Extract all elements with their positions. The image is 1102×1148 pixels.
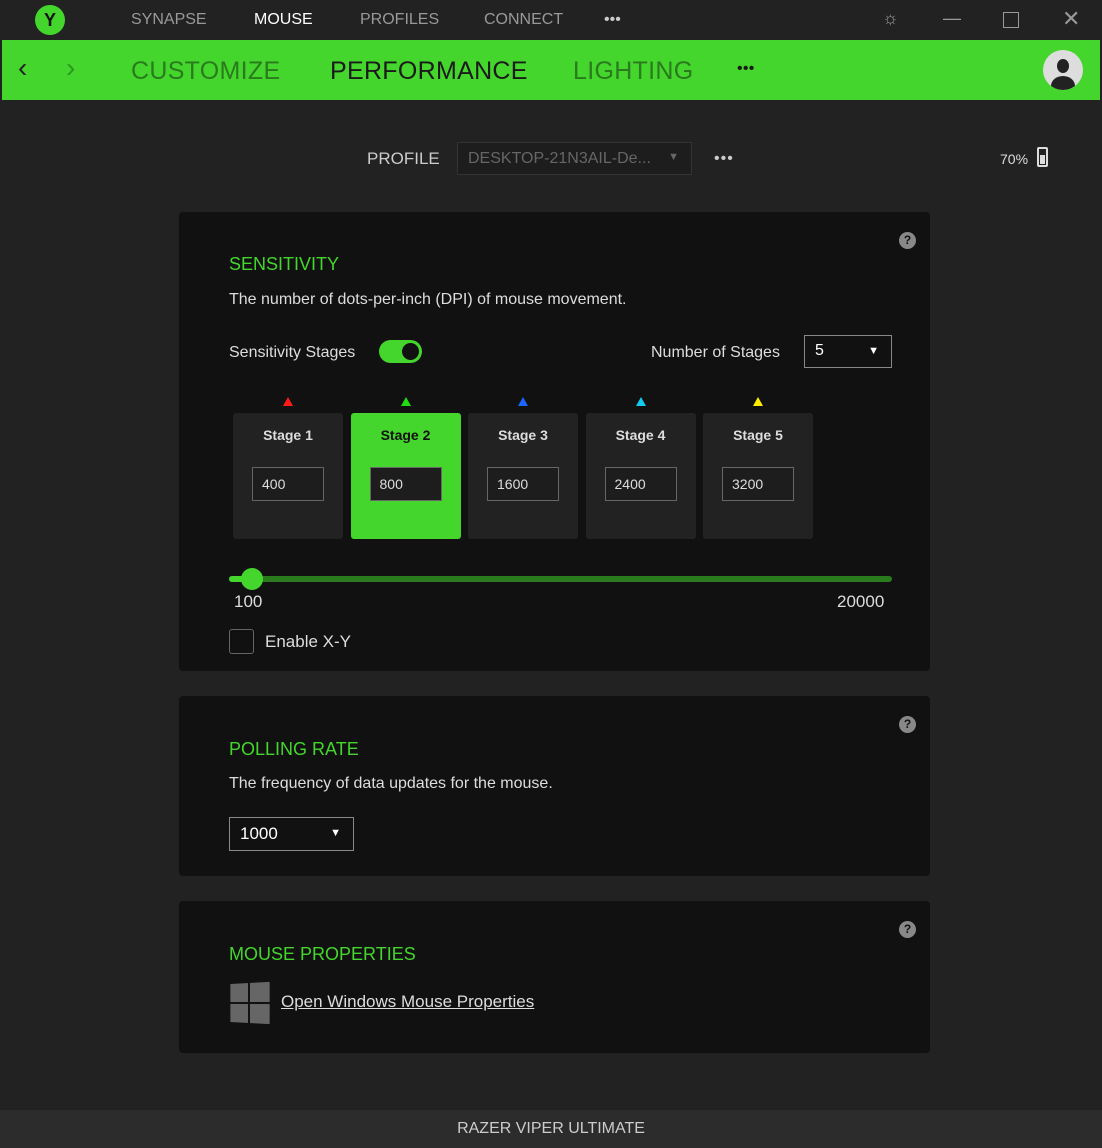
device-name: RAZER VIPER ULTIMATE <box>0 1110 1102 1148</box>
stage-color-indicator-icon <box>283 397 293 406</box>
nav-more-button[interactable]: ••• <box>604 11 621 29</box>
stage-name: Stage 5 <box>733 427 783 443</box>
nav-connect[interactable]: CONNECT <box>484 11 563 29</box>
open-mouse-properties-link[interactable]: Open Windows Mouse Properties <box>281 992 534 1012</box>
forward-arrow-icon[interactable]: › <box>66 52 75 84</box>
polling-rate-value: 1000 <box>240 824 278 843</box>
help-icon[interactable]: ? <box>899 921 916 938</box>
user-avatar-icon[interactable] <box>1043 50 1083 90</box>
mouse-properties-title: MOUSE PROPERTIES <box>229 944 416 964</box>
nav-profiles[interactable]: PROFILES <box>360 11 439 29</box>
windows-logo-icon <box>230 981 270 1025</box>
enable-xy-checkbox[interactable] <box>229 629 254 654</box>
stage-name: Stage 2 <box>380 427 431 443</box>
chevron-down-icon: ▼ <box>330 827 341 839</box>
tab-performance[interactable]: PERFORMANCE <box>330 57 528 86</box>
sensitivity-title: SENSITIVITY <box>229 254 340 274</box>
nav-mouse[interactable]: MOUSE <box>254 11 313 29</box>
chevron-down-icon: ▼ <box>868 345 879 357</box>
profile-value: DESKTOP-21N3AIL-De... <box>468 150 651 167</box>
stage-color-indicator-icon <box>400 397 411 406</box>
back-arrow-icon[interactable]: ‹ <box>18 52 27 84</box>
dpi-slider-thumb[interactable] <box>241 568 264 590</box>
stage-card[interactable]: Stage 3 <box>468 413 578 539</box>
stage-name: Stage 1 <box>263 427 313 443</box>
stage-color-indicator-icon <box>753 397 763 406</box>
stage-card[interactable]: Stage 1 <box>233 413 343 539</box>
sensitivity-card: ? SENSITIVITY The number of dots-per-inc… <box>179 212 930 671</box>
polling-rate-select[interactable]: 1000 ▼ <box>229 817 354 851</box>
sensitivity-stages-toggle[interactable] <box>379 340 422 363</box>
close-icon[interactable]: ✕ <box>1062 6 1080 32</box>
sub-navigation: ‹ › CUSTOMIZE PERFORMANCE LIGHTING ••• <box>2 40 1100 100</box>
help-icon[interactable]: ? <box>899 232 916 249</box>
razer-logo-icon[interactable]: Y <box>35 5 65 35</box>
stage-card[interactable]: Stage 2 <box>350 413 461 539</box>
maximize-icon[interactable] <box>1003 12 1019 28</box>
stage-dpi-input[interactable] <box>722 467 794 501</box>
stage-dpi-input[interactable] <box>487 467 559 501</box>
tab-more-button[interactable]: ••• <box>737 60 755 78</box>
number-of-stages-value: 5 <box>815 342 824 359</box>
tab-lighting[interactable]: LIGHTING <box>573 57 693 86</box>
stage-name: Stage 4 <box>615 427 666 443</box>
stage-color-indicator-icon <box>518 397 528 406</box>
stage-card[interactable]: Stage 4 <box>585 413 696 539</box>
dpi-slider[interactable] <box>229 568 892 590</box>
chevron-down-icon: ▼ <box>668 151 679 163</box>
mouse-properties-card: ? MOUSE PROPERTIES Open Windows Mouse Pr… <box>179 901 930 1053</box>
number-of-stages-select[interactable]: 5 ▼ <box>804 335 892 368</box>
profile-select[interactable]: DESKTOP-21N3AIL-De... ▼ <box>457 142 692 175</box>
stage-dpi-input[interactable] <box>369 467 442 501</box>
stage-dpi-input[interactable] <box>604 467 677 501</box>
battery-percent: 70% <box>1000 151 1029 167</box>
enable-xy-label: Enable X-Y <box>265 632 351 651</box>
stage-color-indicator-icon <box>635 397 646 406</box>
settings-gear-icon[interactable]: ☼ <box>882 8 899 29</box>
nav-synapse[interactable]: SYNAPSE <box>131 11 207 29</box>
battery-icon <box>1037 147 1048 167</box>
slider-min-label: 100 <box>234 592 263 611</box>
stage-name: Stage 3 <box>498 427 548 443</box>
help-icon[interactable]: ? <box>899 716 916 733</box>
minimize-icon[interactable]: — <box>943 8 961 29</box>
stage-dpi-input[interactable] <box>252 467 324 501</box>
sensitivity-stages-label: Sensitivity Stages <box>229 344 356 361</box>
profile-label: PROFILE <box>367 149 440 168</box>
title-bar: Y SYNAPSE MOUSE PROFILES CONNECT ••• ☼ —… <box>0 0 1102 40</box>
polling-rate-card: ? POLLING RATE The frequency of data upd… <box>179 696 930 876</box>
slider-max-label: 20000 <box>837 592 885 611</box>
sensitivity-description: The number of dots-per-inch (DPI) of mou… <box>229 291 627 308</box>
polling-rate-title: POLLING RATE <box>229 739 359 759</box>
profile-more-button[interactable]: ••• <box>714 150 734 168</box>
number-of-stages-label: Number of Stages <box>651 344 780 361</box>
polling-rate-description: The frequency of data updates for the mo… <box>229 775 553 792</box>
tab-customize[interactable]: CUSTOMIZE <box>131 57 280 86</box>
stage-card[interactable]: Stage 5 <box>703 413 813 539</box>
